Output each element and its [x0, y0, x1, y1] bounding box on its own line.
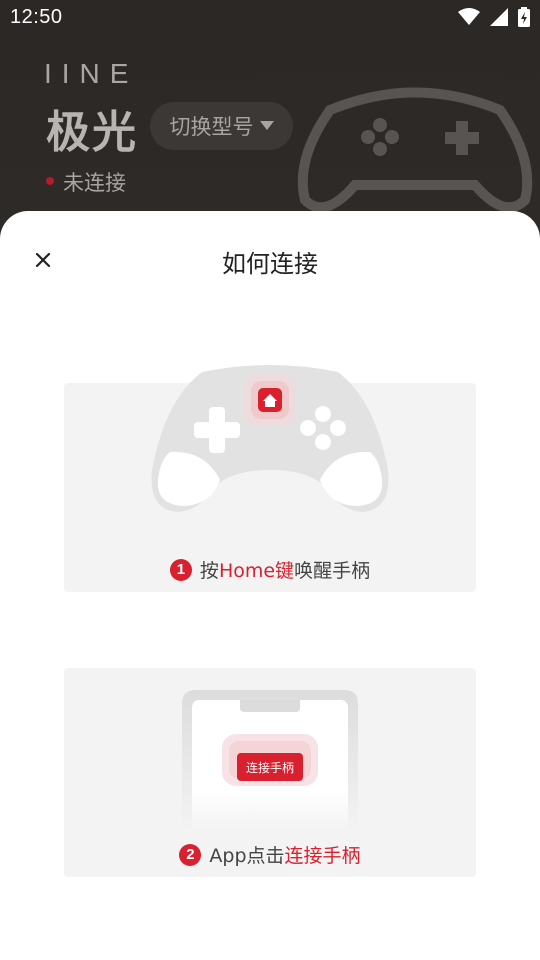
- background-controller-icon: [297, 87, 533, 213]
- connect-controller-button-illustration: 连接手柄: [237, 753, 303, 781]
- switch-model-label: 切换型号: [169, 115, 254, 139]
- step-1-number: 1: [169, 558, 192, 581]
- controller-illustration: [151, 365, 389, 512]
- wifi-icon: [458, 8, 480, 25]
- signal-icon: [490, 8, 508, 26]
- switch-model-button[interactable]: 切换型号: [150, 102, 293, 150]
- step-1-prefix: 按: [199, 560, 219, 582]
- step-1-caption: 1 按Home键唤醒手柄: [0, 556, 540, 583]
- battery-charging-icon: [518, 7, 530, 27]
- status-bar: 12:50: [0, 0, 540, 36]
- model-name: 极光: [46, 107, 138, 158]
- step-2-caption: 2 App点击连接手柄: [0, 841, 540, 868]
- step-2-number: 2: [179, 843, 202, 866]
- status-icons: [458, 7, 530, 27]
- step-1-suffix: 唤醒手柄: [294, 560, 371, 582]
- step-2-prefix: App点击: [209, 845, 285, 867]
- step-2-highlight: 连接手柄: [284, 845, 361, 867]
- connection-status: 未连接: [63, 171, 126, 195]
- step-1-highlight: Home键: [218, 560, 295, 582]
- caret-down-icon: [259, 121, 274, 130]
- clock: 12:50: [10, 6, 63, 28]
- sheet-title: 如何连接: [222, 250, 318, 278]
- brand-logo: IINE: [44, 58, 139, 89]
- status-dot: [46, 177, 54, 185]
